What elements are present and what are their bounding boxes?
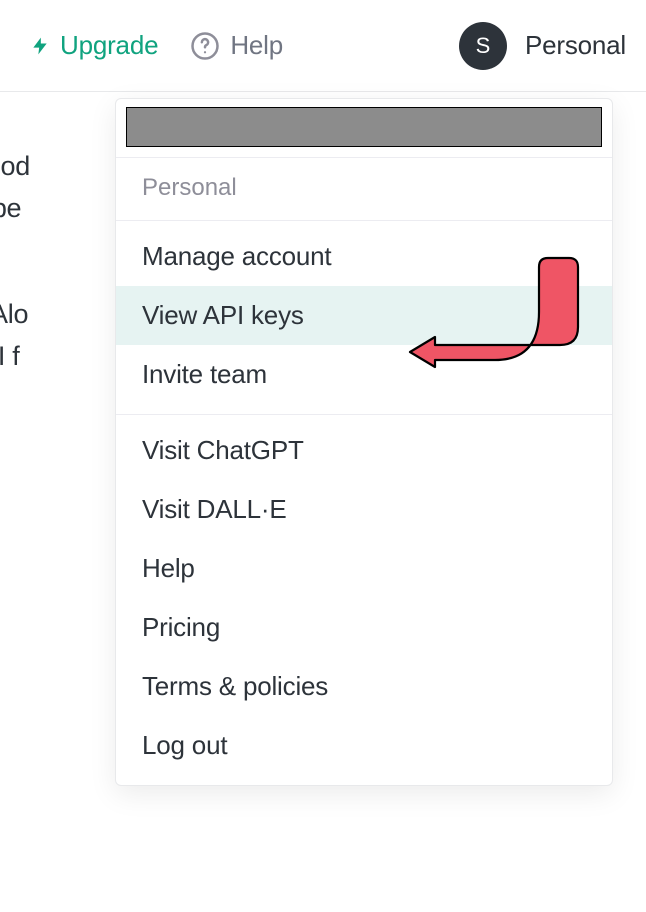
help-label: Help [230,30,283,61]
avatar: S [459,22,507,70]
menu-item-view-api-keys[interactable]: View API keys [116,286,612,345]
menu-item-help[interactable]: Help [116,539,612,598]
menu-item-invite-team[interactable]: Invite team [116,345,612,404]
bolt-icon [30,32,50,60]
account-dropdown: Personal Manage account View API keys In… [115,98,613,786]
avatar-initial: S [476,33,491,59]
upgrade-button[interactable]: Upgrade [30,30,158,61]
menu-item-terms[interactable]: Terms & policies [116,657,612,716]
redacted-email [126,107,602,147]
menu-group-account: Manage account View API keys Invite team [116,221,612,414]
menu-item-visit-chatgpt[interactable]: Visit ChatGPT [116,421,612,480]
topbar: Upgrade Help S Personal [0,0,646,92]
help-icon [190,31,220,61]
help-button[interactable]: Help [190,30,283,61]
menu-item-pricing[interactable]: Pricing [116,598,612,657]
dropdown-section-label: Personal [116,157,612,220]
menu-item-manage-account[interactable]: Manage account [116,227,612,286]
account-label: Personal [525,30,626,61]
menu-group-links: Visit ChatGPT Visit DALL·E Help Pricing … [116,415,612,785]
upgrade-label: Upgrade [60,30,158,61]
menu-item-log-out[interactable]: Log out [116,716,612,775]
account-menu-trigger[interactable]: S Personal [459,22,626,70]
menu-item-visit-dalle[interactable]: Visit DALL·E [116,480,612,539]
